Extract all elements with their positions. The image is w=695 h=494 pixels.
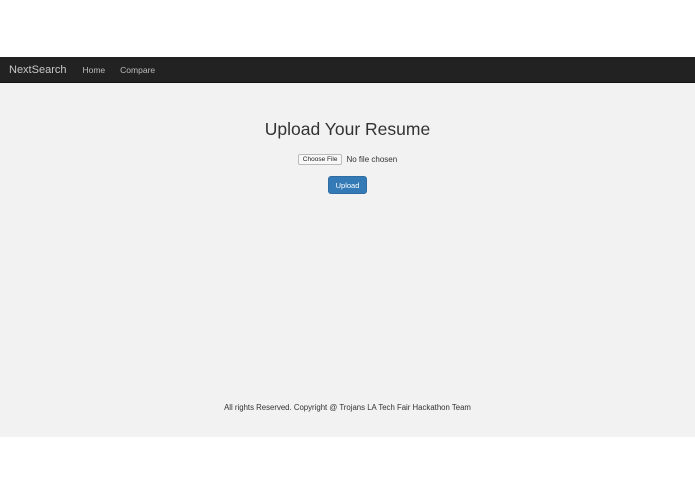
nav-link-home[interactable]: Home [82,65,105,75]
choose-file-button[interactable]: Choose File [297,154,343,165]
footer-copyright: All rights Reserved. Copyright @ Trojans… [224,403,471,412]
file-input: Choose File No file chosen [0,154,695,165]
bottom-whitespace [0,437,695,494]
file-status-text: No file chosen [346,155,398,164]
navbar: NextSearch Home Compare [0,57,695,83]
navbar-brand[interactable]: NextSearch [9,64,66,76]
main-content: Upload Your Resume Choose File No file c… [0,83,695,437]
upload-button-wrap: Upload [0,176,695,194]
nav-link-compare[interactable]: Compare [120,65,155,75]
upload-button[interactable]: Upload [328,176,367,194]
page-title: Upload Your Resume [264,119,431,139]
top-whitespace [0,0,695,57]
